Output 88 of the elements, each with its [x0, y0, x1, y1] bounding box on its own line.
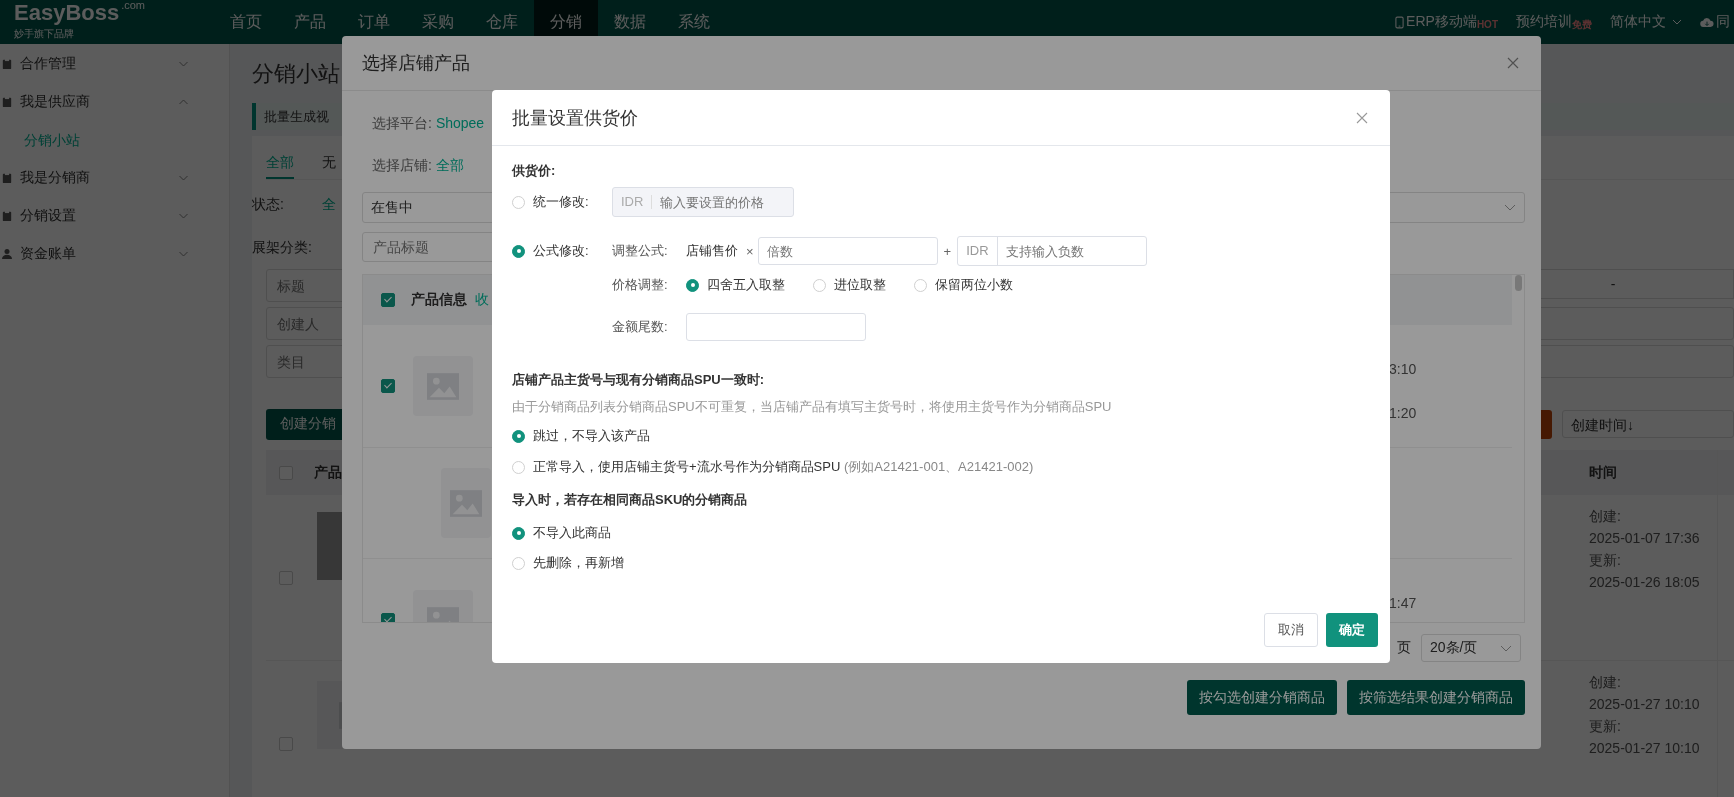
chevron-down-icon: [1500, 644, 1512, 652]
phone-icon: [1395, 15, 1405, 29]
multiplier-field[interactable]: 倍数: [757, 237, 938, 265]
radio-option[interactable]: 保留两位小数: [914, 276, 1013, 294]
sync-link[interactable]: 同: [1700, 13, 1730, 31]
nav-tab[interactable]: 首页: [214, 0, 278, 44]
chevron-icon: [178, 61, 189, 67]
store-option[interactable]: 全部: [435, 155, 464, 175]
radio-option[interactable]: 统一修改:: [512, 193, 612, 211]
time-label: 更新:: [1589, 717, 1621, 736]
filter-tab[interactable]: 无: [322, 149, 336, 177]
confirm-button[interactable]: 确定: [1326, 613, 1378, 647]
chevron-down-icon: [1672, 19, 1682, 25]
formula-base: 店铺售价: [686, 242, 738, 260]
section-title: 店铺产品主货号与现有分销商品SPU一致时:: [512, 371, 766, 389]
radio-option[interactable]: 不导入此商品: [512, 523, 611, 543]
dialog-title: 批量设置供货价: [512, 106, 639, 130]
chevron-icon: [178, 213, 189, 219]
field-label: 选择店铺:: [372, 156, 432, 175]
logo-tagline: 妙手旗下品牌: [14, 28, 75, 40]
updated-time: 2025-01-27 10:10: [1589, 739, 1700, 758]
section-title: 供货价:: [512, 162, 557, 180]
created-time: 2025-01-27 10:10: [1589, 695, 1700, 714]
offset-field[interactable]: IDR 支持输入负数: [957, 236, 1148, 266]
currency-label: IDR: [613, 195, 653, 209]
time-text: 1:20: [1389, 404, 1418, 423]
checkbox[interactable]: [381, 379, 395, 393]
user-icon: [2, 248, 12, 260]
radio-option[interactable]: 公式修改:: [512, 242, 612, 260]
section-title: 导入时，若存在相同商品SKU的分销商品: [512, 491, 749, 509]
multiply-sign: ×: [746, 243, 754, 259]
page-size-select[interactable]: 20条/页: [1421, 634, 1521, 662]
time-text: 3:10: [1389, 360, 1418, 379]
create-product-button[interactable]: 按勾选创建分销商品: [1187, 680, 1337, 715]
sidebar-menu-item[interactable]: 合作管理: [0, 45, 229, 83]
amount-tail-field[interactable]: [686, 313, 866, 341]
radio-option[interactable]: 四舍五入取整: [686, 276, 785, 294]
language-selector[interactable]: 简体中文: [1610, 13, 1682, 31]
time-text: 1:47: [1389, 594, 1418, 613]
cancel-button[interactable]: 取消: [1264, 613, 1318, 647]
chevron-icon: [178, 99, 189, 105]
filter-tab[interactable]: 全部: [266, 149, 294, 179]
radio-option[interactable]: 正常导入，使用店铺主货号+流水号作为分销商品SPU (例如A21421-001、A21421-002): [512, 457, 1034, 477]
logo-domain: .com: [121, 0, 146, 11]
radio-option[interactable]: 跳过，不导入该产品: [512, 426, 650, 446]
status-option[interactable]: 全: [322, 192, 336, 216]
checkbox[interactable]: [381, 293, 395, 307]
cloud-download-icon: [1700, 16, 1714, 28]
field-label: 价格调整:: [612, 276, 669, 294]
field-label: 金额尾数:: [612, 318, 669, 336]
field-label: 选择平台:: [372, 114, 432, 133]
create-product-button[interactable]: 按筛选结果创建分销商品: [1347, 680, 1525, 715]
created-time: 2025-01-07 17:36: [1589, 529, 1700, 548]
collapse-link[interactable]: 收: [475, 291, 489, 309]
chevron-down-icon: [1504, 204, 1516, 211]
close-button[interactable]: [1356, 110, 1370, 125]
logo-text: EasyBoss: [14, 1, 120, 25]
column-header: 时间: [1589, 463, 1617, 482]
hint-text: 由于分销商品列表分销商品SPU不可重复，当店铺产品有填写主货号时，将使用主货号作为分销商品SPU: [512, 398, 1113, 416]
modal-title: 选择店铺产品: [362, 52, 471, 75]
offset-input[interactable]: 支持输入负数: [997, 242, 1147, 260]
updated-time: 2025-01-26 18:05: [1589, 573, 1700, 592]
time-label: 创建:: [1589, 507, 1621, 526]
scrollbar[interactable]: [1515, 275, 1522, 291]
page-title: 分销小站: [252, 60, 340, 88]
nav-tab[interactable]: 产品: [278, 0, 342, 44]
radio-option[interactable]: 先删除，再新增: [512, 553, 624, 573]
chevron-icon: [178, 251, 189, 257]
pagination-text: 页: [1397, 639, 1411, 657]
time-label: 创建:: [1589, 673, 1621, 692]
radio-option[interactable]: 进位取整: [813, 276, 886, 294]
sidebar-menu-item[interactable]: 资金账单: [0, 235, 229, 273]
sort-select[interactable]: 创建时间↓: [1562, 410, 1734, 438]
filter-label: 展架分类:: [252, 239, 312, 255]
sidebar-menu-item[interactable]: 分销设置: [0, 197, 229, 235]
time-label: 更新:: [1589, 551, 1621, 570]
column-header: 产品: [314, 463, 342, 482]
plus-sign: +: [943, 243, 952, 259]
chevron-icon: [178, 175, 189, 181]
column-header: 产品信息: [411, 291, 467, 309]
field-label: 调整公式:: [612, 242, 669, 260]
sidebar-menu-item[interactable]: 我是供应商: [0, 83, 229, 121]
close-button[interactable]: [1507, 56, 1521, 70]
filter-label: 状态:: [252, 195, 285, 214]
sidebar-subitem[interactable]: 分销小站: [0, 121, 229, 159]
platform-option[interactable]: Shopee: [435, 113, 485, 133]
sidebar-menu-item[interactable]: 我是分销商: [0, 159, 229, 197]
currency-label: IDR: [958, 237, 998, 265]
